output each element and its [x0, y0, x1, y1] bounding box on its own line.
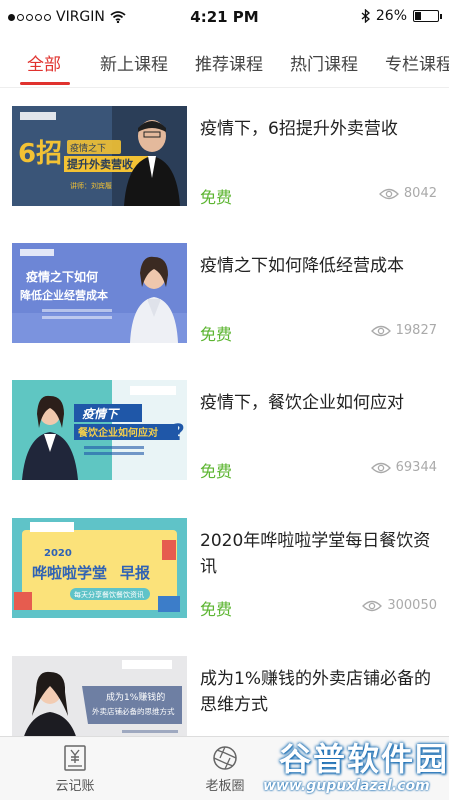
thumb-lecturer: 讲师：刘宾履 [70, 181, 112, 190]
course-thumbnail[interactable]: 疫情下 餐饮企业如何应对 ? [12, 380, 187, 480]
category-tabs: 全部 新上课程 推荐课程 热门课程 专栏课程 [0, 36, 449, 88]
thumb-line2: 早报 [120, 564, 150, 582]
tab-popular-courses[interactable]: 热门课程 [290, 50, 358, 75]
status-right: 26% [361, 8, 442, 24]
thumb-line1: 哗啦啦学堂 [32, 564, 107, 582]
eye-icon [362, 600, 383, 611]
eye-icon [378, 188, 399, 199]
view-count: 69344 [370, 460, 437, 475]
thumb-line1: 疫情之下如何 [26, 269, 98, 284]
eye-icon [370, 325, 391, 336]
course-title[interactable]: 疫情下，餐饮企业如何应对 [200, 390, 440, 416]
thumb-line1: 成为1%赚钱的 [106, 691, 165, 703]
view-count-value: 8042 [403, 186, 437, 201]
battery-icon [413, 10, 442, 22]
status-bar: VIRGIN 4:21 PM 26% [0, 0, 449, 34]
price-label: 免费 [200, 325, 233, 344]
svg-text:?: ? [172, 421, 185, 446]
course-item[interactable]: 疫情之下如何 降低企业经营成本 疫情之下如何降低经营成本 免费 19827 [0, 243, 449, 346]
thumb-line2: 降低企业经营成本 [20, 288, 108, 302]
view-count-value: 300050 [387, 598, 437, 613]
nav-label: 老板圈 [205, 779, 245, 794]
view-count-value: 19827 [395, 323, 437, 338]
view-count: 300050 [362, 598, 437, 613]
bluetooth-icon [361, 9, 370, 23]
ledger-icon [64, 745, 86, 771]
course-title[interactable]: 2020年哗啦啦学堂每日餐饮资讯 [200, 528, 440, 580]
thumb-line1: 疫情之下 [70, 142, 106, 154]
course-item[interactable]: 疫情下 餐饮企业如何应对 ? 疫情下，餐饮企业如何应对 免费 69344 [0, 380, 449, 483]
tab-recommended-courses[interactable]: 推荐课程 [195, 50, 263, 75]
thumb-line2: 外卖店铺必备的思维方式 [92, 706, 175, 716]
watermark-logo-text: 谷普软件园 [279, 740, 449, 778]
aperture-icon [213, 746, 237, 770]
nav-cloud-ledger[interactable]: 云记账 [35, 745, 115, 794]
tab-column-courses[interactable]: 专栏课程 [385, 50, 449, 75]
course-item[interactable]: 6招 疫情之下 提升外卖营收 讲师：刘宾履 疫情下，6招提升外卖营收 免费 80… [0, 106, 449, 209]
course-thumbnail[interactable]: 2020 哗啦啦学堂 早报 每天分享餐饮餐饮资讯 [12, 518, 187, 618]
view-count: 8042 [378, 186, 437, 201]
battery-percent: 26% [375, 8, 407, 24]
thumb-big-text: 6招 [18, 139, 62, 169]
price-label: 免费 [200, 188, 233, 207]
watermark-url: www.gupuxlazal.com [263, 778, 430, 794]
thumb-line1: 疫情下 [82, 407, 120, 421]
course-thumbnail[interactable]: 6招 疫情之下 提升外卖营收 讲师：刘宾履 [12, 106, 187, 206]
price-label: 免费 [200, 600, 233, 619]
view-count-value: 69344 [395, 460, 437, 475]
thumb-line2: 餐饮企业如何应对 [77, 426, 158, 439]
thumb-line2: 提升外卖营收 [67, 157, 133, 171]
active-tab-indicator [20, 82, 70, 85]
course-title[interactable]: 成为1%赚钱的外卖店铺必备的思维方式 [200, 666, 440, 718]
price-label: 免费 [200, 462, 233, 481]
view-count: 19827 [370, 323, 437, 338]
tab-all[interactable]: 全部 [27, 50, 61, 75]
course-title[interactable]: 疫情下，6招提升外卖营收 [200, 116, 440, 142]
thumb-sub: 每天分享餐饮餐饮资讯 [74, 590, 144, 599]
course-item[interactable]: 2020 哗啦啦学堂 早报 每天分享餐饮餐饮资讯 2020年哗啦啦学堂每日餐饮资… [0, 518, 449, 621]
thumb-year: 2020 [44, 548, 72, 559]
course-title[interactable]: 疫情之下如何降低经营成本 [200, 253, 440, 279]
course-thumbnail[interactable]: 疫情之下如何 降低企业经营成本 [12, 243, 187, 343]
eye-icon [370, 462, 391, 473]
tab-new-courses[interactable]: 新上课程 [100, 50, 168, 75]
nav-label: 云记账 [55, 779, 95, 794]
watermark: 谷普软件园 www.gupuxlazal.com [249, 730, 449, 800]
